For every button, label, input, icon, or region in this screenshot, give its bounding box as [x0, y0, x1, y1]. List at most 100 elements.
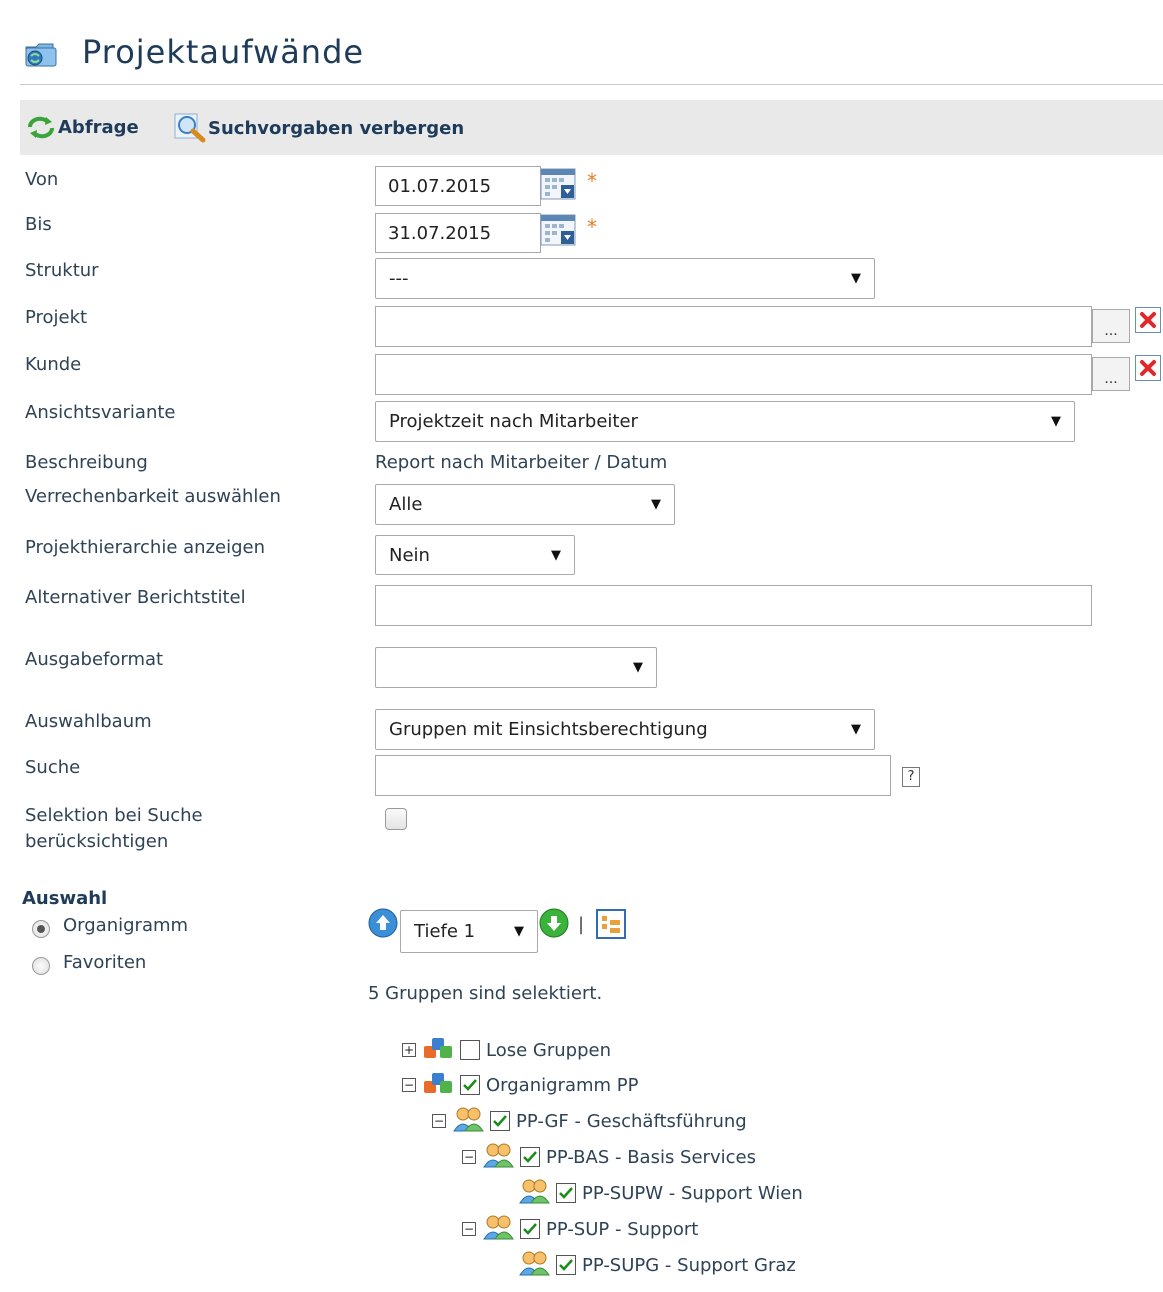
dropdown-arrow-icon: ▼ [1051, 414, 1061, 429]
bis-required-marker: * [587, 215, 597, 239]
calendar-icon[interactable] [540, 214, 576, 246]
projekt-browse-button[interactable]: ... [1092, 309, 1130, 343]
dropdown-arrow-icon: ▼ [633, 660, 643, 675]
favoriten-radio-label: Favoriten [63, 952, 147, 973]
verrechenbarkeit-label: Verrechenbarkeit auswählen [25, 486, 281, 507]
collapse-toggle[interactable]: − [462, 1222, 476, 1236]
berichtstitel-input[interactable] [375, 585, 1092, 626]
people-icon [518, 1249, 552, 1281]
projekt-input[interactable] [375, 306, 1092, 347]
struktur-select[interactable]: --- ▼ [375, 258, 875, 299]
tree-node-checkbox[interactable] [556, 1183, 576, 1203]
auswahlbaum-label: Auswahlbaum [25, 711, 152, 732]
tree-node-label[interactable]: Organigramm PP [486, 1075, 638, 1096]
level-down-icon[interactable] [539, 908, 569, 938]
tree-node-label[interactable]: PP-GF - Geschäftsführung [516, 1111, 747, 1132]
von-label: Von [25, 169, 59, 190]
kunde-browse-button[interactable]: ... [1092, 357, 1130, 391]
blocks-icon [424, 1038, 452, 1058]
folder-icon [25, 43, 57, 67]
tree-node-label[interactable]: PP-SUP - Support [546, 1219, 698, 1240]
kunde-label: Kunde [25, 354, 82, 375]
dropdown-arrow-icon: ▼ [551, 547, 561, 563]
people-icon [483, 1143, 514, 1168]
selektion-checkbox[interactable] [385, 808, 407, 830]
checkmark-icon [559, 1187, 573, 1199]
people-icon [482, 1213, 516, 1245]
people-icon [453, 1107, 484, 1132]
dropdown-arrow-icon: ▼ [851, 271, 861, 286]
ansichtsvariante-select[interactable]: Projektzeit nach Mitarbeiter ▼ [375, 401, 1075, 442]
favoriten-radio[interactable] [32, 957, 50, 975]
collapse-toggle[interactable]: − [402, 1078, 416, 1092]
projekt-clear-icon[interactable] [1135, 307, 1161, 333]
dropdown-arrow-icon: ▼ [651, 497, 661, 512]
tree-node: PP-SUPG - Support Graz [518, 1248, 796, 1282]
people-icon [518, 1177, 552, 1209]
title-divider [20, 84, 1163, 85]
beschreibung-label: Beschreibung [25, 452, 148, 473]
blocks-icon [424, 1073, 452, 1093]
people-icon [519, 1179, 550, 1204]
projekthierarchie-select[interactable]: Nein ▼ [375, 535, 575, 575]
kunde-input[interactable] [375, 354, 1092, 395]
tree-node-label[interactable]: PP-BAS - Basis Services [546, 1147, 756, 1168]
tree-node-checkbox[interactable] [556, 1255, 576, 1275]
tree-node-checkbox[interactable] [460, 1040, 480, 1060]
people-icon [482, 1141, 516, 1173]
berichtstitel-label: Alternativer Berichtstitel [25, 587, 246, 608]
help-icon[interactable]: ? [902, 767, 920, 787]
checkmark-icon [523, 1151, 537, 1163]
collapse-toggle[interactable]: − [432, 1114, 446, 1128]
tiefe-select[interactable]: Tiefe 1 ▼ [400, 910, 538, 953]
blocks-icon [422, 1034, 456, 1066]
ausgabeformat-select[interactable]: ▼ [375, 647, 657, 688]
checkmark-icon [523, 1223, 537, 1235]
suche-label: Suche [25, 757, 81, 778]
page-title: Projektaufwände [82, 33, 365, 71]
tree-node: − PP-BAS - Basis Services [462, 1140, 756, 1174]
tree-node-checkbox[interactable] [520, 1219, 540, 1239]
people-icon [452, 1105, 486, 1137]
abfrage-button[interactable]: Abfrage [24, 113, 139, 141]
refresh-icon [28, 116, 54, 139]
auswahlbaum-select[interactable]: Gruppen mit Einsichtsberechtigung ▼ [375, 709, 875, 750]
suchvorgaben-label: Suchvorgaben verbergen [208, 117, 465, 139]
tree-node: − PP-GF - Geschäftsführung [432, 1104, 747, 1138]
tree-view-icon[interactable] [596, 909, 626, 939]
tiefe-value: Tiefe 1 [414, 921, 476, 942]
suche-input[interactable] [375, 755, 891, 796]
expand-toggle[interactable]: + [402, 1043, 416, 1057]
blocks-icon [422, 1069, 456, 1101]
verrechenbarkeit-select[interactable]: Alle ▼ [375, 484, 675, 525]
bis-date-input[interactable]: 31.07.2015 [375, 213, 541, 253]
ausgabeformat-label: Ausgabeformat [25, 649, 164, 670]
people-icon [519, 1251, 550, 1276]
collapse-toggle[interactable]: − [462, 1150, 476, 1164]
organigramm-radio-label: Organigramm [63, 915, 189, 936]
organigramm-radio[interactable] [32, 920, 50, 938]
struktur-value: --- [389, 268, 409, 289]
selektion-label-line1: Selektion bei Suche [25, 805, 203, 826]
checkmark-icon [559, 1259, 573, 1271]
von-date-input[interactable]: 01.07.2015 [375, 166, 541, 206]
tree-node-label[interactable]: PP-SUPG - Support Graz [582, 1255, 796, 1276]
von-required-marker: * [587, 169, 597, 193]
tree-node: − Organigramm PP [402, 1068, 638, 1102]
calendar-icon[interactable] [540, 168, 576, 200]
tree-node-label[interactable]: PP-SUPW - Support Wien [582, 1183, 803, 1204]
selektion-label: Selektion bei Suche berücksichtigen [25, 803, 203, 855]
people-icon [483, 1215, 514, 1240]
magnifier-icon [174, 113, 206, 143]
tree-node-label[interactable]: Lose Gruppen [486, 1040, 611, 1061]
auswahlbaum-value: Gruppen mit Einsichtsberechtigung [389, 719, 708, 740]
projekthierarchie-label: Projekthierarchie anzeigen [25, 537, 266, 558]
ansichtsvariante-value: Projektzeit nach Mitarbeiter [389, 411, 638, 432]
suchvorgaben-toggle-button[interactable]: Suchvorgaben verbergen [174, 113, 464, 143]
kunde-clear-icon[interactable] [1135, 355, 1161, 381]
tree-node-checkbox[interactable] [520, 1147, 540, 1167]
tree-node-checkbox[interactable] [460, 1075, 480, 1095]
tree-node-checkbox[interactable] [490, 1111, 510, 1131]
level-up-icon[interactable] [368, 908, 398, 938]
toolbar-separator: | [578, 914, 585, 935]
